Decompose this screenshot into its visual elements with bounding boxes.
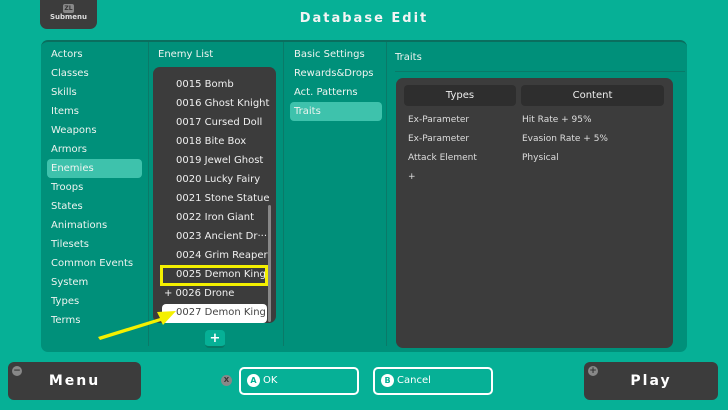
menu-label: Menu	[48, 373, 101, 389]
pointer-arrow	[98, 311, 176, 340]
x-button-icon: X	[221, 375, 232, 386]
menu-button[interactable]: − Menu	[8, 362, 141, 400]
cancel-label: Cancel	[397, 375, 431, 386]
play-label: Play	[630, 373, 672, 389]
ok-label: OK	[263, 375, 278, 386]
b-button-icon: B	[381, 373, 394, 387]
plus-button-icon: +	[588, 366, 598, 376]
a-button-icon: A	[247, 373, 260, 387]
ok-button[interactable]: A OK	[239, 367, 359, 395]
minus-button-icon: −	[12, 366, 22, 376]
cancel-button[interactable]: B Cancel	[373, 367, 493, 395]
play-button[interactable]: + Play	[584, 362, 718, 400]
